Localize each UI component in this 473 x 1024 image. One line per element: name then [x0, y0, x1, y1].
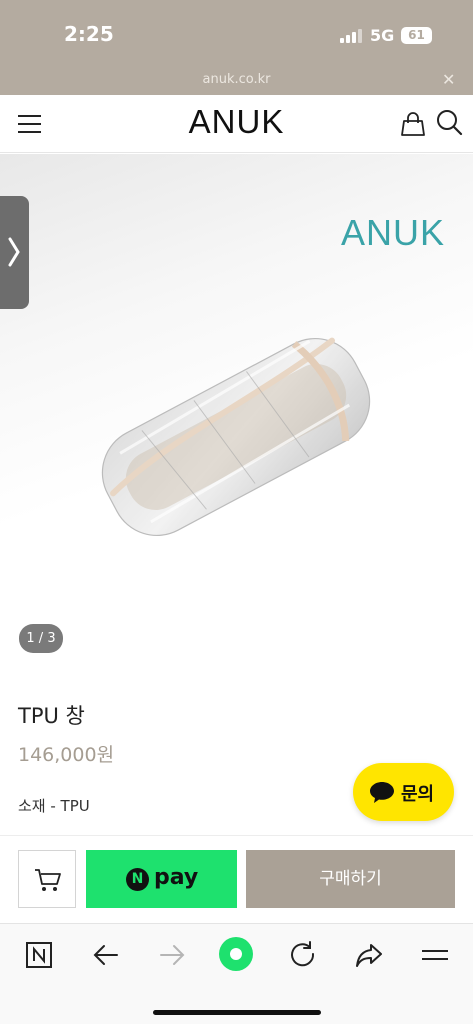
purchase-bar: N pay 구매하기: [0, 835, 473, 923]
battery-icon: 61: [401, 27, 432, 44]
image-counter: 1 / 3: [19, 624, 63, 653]
refresh-icon[interactable]: [288, 940, 318, 970]
naver-n-icon[interactable]: [24, 940, 54, 970]
green-dot-icon[interactable]: [218, 936, 254, 972]
brand-watermark: ANUK: [341, 212, 446, 253]
home-indicator: [153, 1010, 321, 1015]
chat-bubble-icon: [370, 782, 394, 803]
buy-button[interactable]: 구매하기: [246, 850, 455, 908]
share-icon[interactable]: [354, 940, 384, 970]
product-price: 146,000원: [18, 744, 115, 766]
product-material: 소재 - TPU: [18, 797, 90, 815]
back-arrow-icon[interactable]: [91, 940, 121, 970]
status-bar: 2:25 5G 61 anuk.co.kr ✕: [0, 0, 473, 95]
inquiry-button[interactable]: 문의: [353, 763, 454, 821]
clock: 2:25: [64, 22, 114, 46]
inquiry-label: 문의: [401, 784, 435, 805]
product-name: TPU 창: [18, 704, 85, 728]
npay-label: pay: [154, 865, 199, 890]
forward-arrow-icon[interactable]: [157, 940, 187, 970]
site-header: ANUK: [0, 95, 473, 153]
chevron-right-icon: [8, 237, 20, 267]
browser-toolbar: [0, 923, 473, 1024]
close-icon[interactable]: ✕: [442, 70, 455, 89]
cart-button[interactable]: [18, 850, 76, 908]
menu-icon[interactable]: [420, 940, 450, 970]
shopping-bag-icon[interactable]: [400, 111, 426, 137]
cart-icon: [35, 869, 61, 891]
network-type: 5G: [370, 26, 395, 45]
npay-logo-icon: N: [126, 868, 149, 891]
side-tab[interactable]: [0, 196, 29, 309]
search-icon[interactable]: [435, 108, 463, 136]
url-bar[interactable]: anuk.co.kr: [0, 72, 473, 87]
npay-button[interactable]: N pay: [86, 850, 237, 908]
signal-icon: [340, 29, 362, 43]
